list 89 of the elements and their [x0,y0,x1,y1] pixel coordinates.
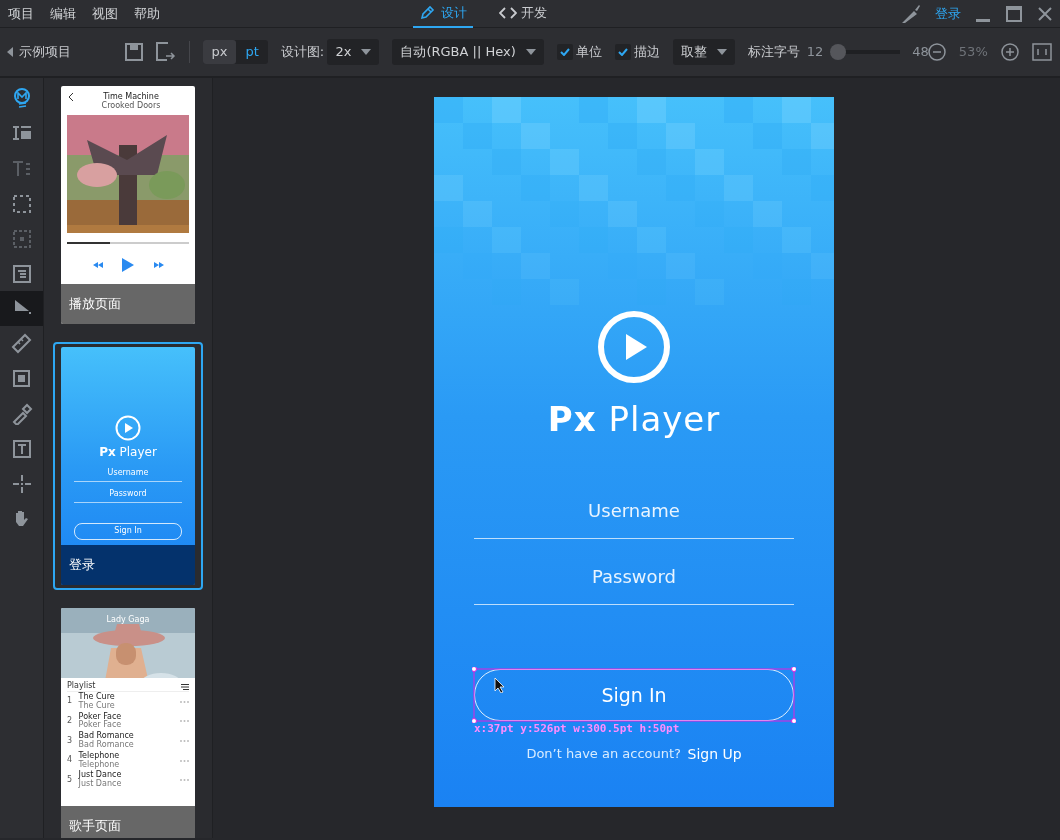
actual-size-icon[interactable] [1031,43,1052,61]
color-format-dropdown[interactable]: 自动(RGBA || Hex) [392,39,544,65]
measurement-label: x:37pt y:526pt w:300.5pt h:50pt [474,721,680,737]
text-box-icon[interactable] [10,437,33,460]
menu-item[interactable]: 视图 [84,3,126,24]
track-title: Telephone [78,751,121,761]
back-icon [6,47,13,57]
unit-toggle[interactable]: px [202,40,237,64]
play-circle-icon [115,415,141,442]
maximize-icon[interactable] [1004,4,1023,23]
app-name: Px Player [547,398,721,441]
crosshair-icon[interactable] [10,472,33,495]
signup-prompt: Don’t have an account? [526,744,681,763]
track-number: 2 [67,717,73,726]
track-number: 3 [67,736,73,746]
cursor-icon [494,677,505,693]
more-icon [180,740,189,743]
menu-item[interactable]: 项目 [0,3,42,24]
field-label: 标注字号 [748,43,801,62]
back-icon [67,92,74,101]
check-icon [618,48,628,56]
zoom-level: 53% [958,43,988,62]
slider-thumb[interactable] [829,44,846,60]
more-icon [180,779,189,782]
track-artist: The Cure [78,701,116,711]
mode-tab[interactable]: 开发 [492,0,553,28]
zoom-in-icon[interactable] [1000,43,1019,61]
song-title: Time Machine [102,92,160,101]
project-back[interactable]: 示例项目 [6,42,112,62]
selection-icon[interactable] [10,192,33,215]
play-icon [122,258,134,273]
fast-forward-icon [153,262,164,269]
code-icon [498,4,517,21]
ruler-icon[interactable] [10,332,33,355]
track-number: 4 [67,756,73,765]
list-icon[interactable] [10,262,33,285]
rewind-icon [92,262,103,269]
menu-item[interactable]: 编辑 [42,3,84,24]
unit-toggle[interactable]: pt [236,40,268,64]
track-artist: Poker Face [78,721,123,731]
save-icon[interactable] [124,43,143,61]
sign-in-button: Sign In [74,522,182,540]
zoom-out-icon[interactable] [927,43,946,61]
track-artist: Telephone [78,760,121,770]
eyedropper-icon[interactable] [10,402,33,425]
export-icon[interactable] [155,42,176,62]
page-name: 歌手页面 [69,818,121,834]
caret-icon [525,49,536,55]
checkbox[interactable] [615,44,631,60]
app-name: Px Player [99,444,157,462]
slider-min: 12 [806,43,824,62]
page-thumbnail[interactable]: Px Player Username Password Sign In 登录 [53,342,203,591]
track-number: 5 [67,775,73,785]
input-field[interactable]: Username [474,491,794,539]
more-icon [180,700,189,703]
rounding-dropdown[interactable]: 取整 [673,39,736,65]
track-number: 1 [67,697,73,707]
close-icon[interactable] [1035,4,1054,23]
input-field: Password [74,482,182,503]
more-icon [180,720,189,723]
more-icon [180,759,189,762]
playlist-title: Playlist [67,682,96,692]
menu-item[interactable]: 帮助 [126,3,168,24]
sign-up-link[interactable]: Sign Up [687,743,742,765]
pencil-icon [419,4,437,21]
track-title: Bad Romance [78,732,135,741]
track-artist: Just Dance [78,780,123,789]
play-circle-icon [597,310,671,384]
track-artist: Bad Romance [78,741,135,750]
field-label: 设计图: [280,43,325,62]
input-field: Username [74,461,182,483]
frame-icon[interactable] [10,367,33,390]
track-title: Poker Face [78,712,123,721]
checkbox[interactable] [556,44,573,60]
scale-dropdown[interactable]: 2x [327,39,380,65]
caret-icon [717,49,728,55]
checkbox-label: 描边 [634,43,661,62]
input-field[interactable]: Password [474,557,794,605]
page-name: 登录 [69,557,95,573]
caret-icon [361,49,372,55]
artist-name: Crooked Doors [100,101,162,111]
check-icon [559,48,570,56]
page-name: 播放页面 [69,296,121,312]
track-title: The Cure [78,693,116,702]
login-link[interactable]: 登录 [934,3,961,24]
checkbox-label: 单位 [576,43,602,62]
slider-max: 48 [912,43,929,62]
artist-title: Lady Gaga [105,614,151,627]
menu-icon [181,683,189,690]
